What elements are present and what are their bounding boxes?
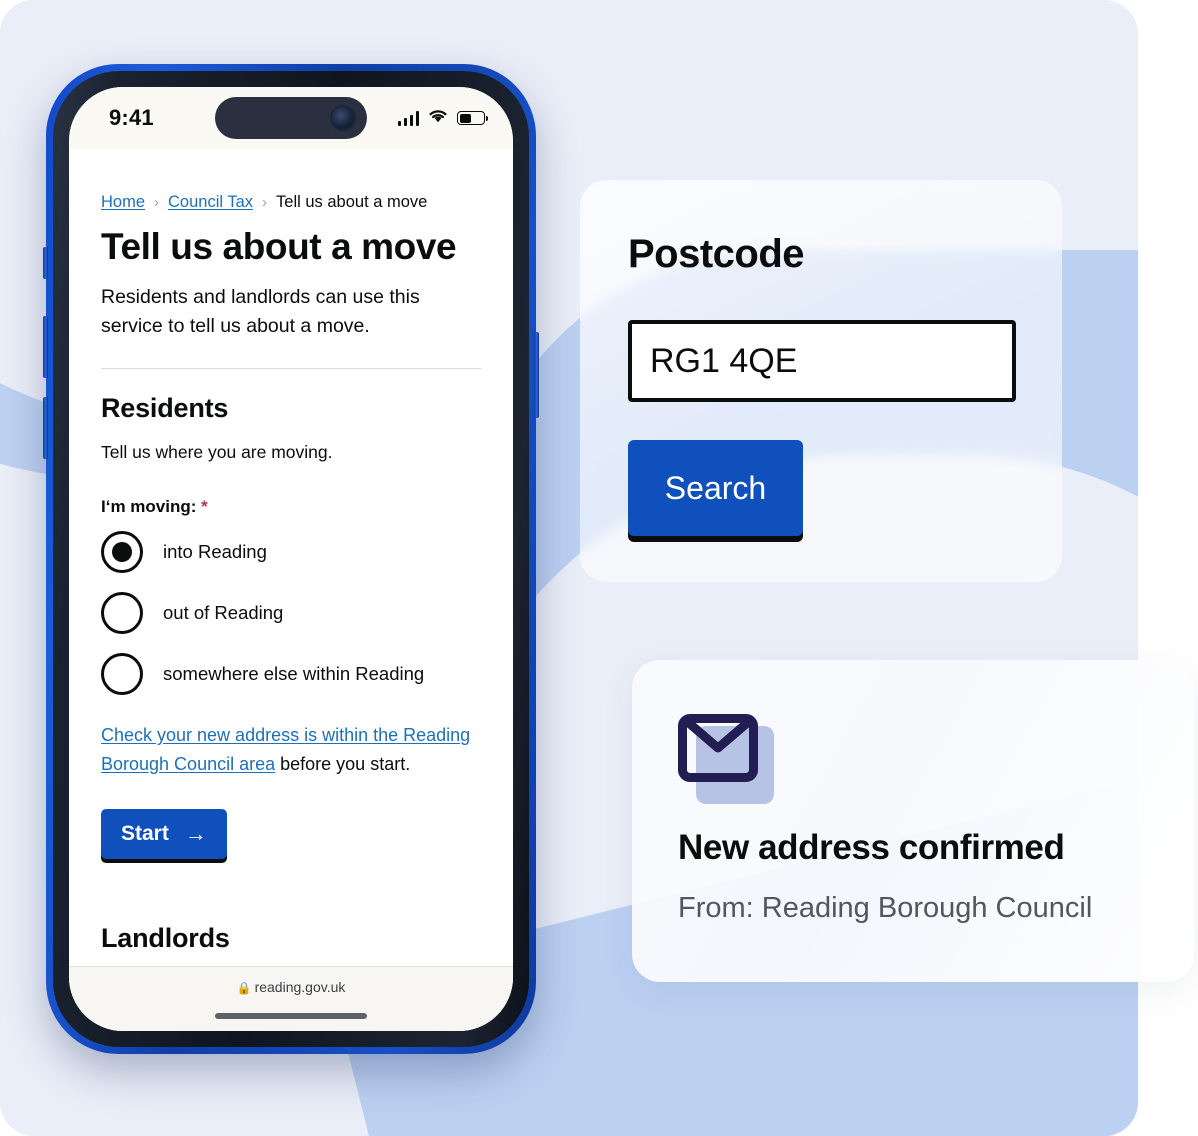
home-indicator[interactable] bbox=[215, 1013, 367, 1019]
phone-silence-switch[interactable] bbox=[43, 247, 48, 279]
radio-button-icon[interactable] bbox=[101, 530, 143, 573]
arrow-right-icon: → bbox=[184, 820, 207, 846]
radio-option-into-reading[interactable]: into Reading bbox=[101, 529, 481, 575]
notification-card: New address confirmed From: Reading Boro… bbox=[632, 660, 1194, 982]
address-check-note-tail: before you start. bbox=[275, 753, 411, 774]
notification-subtitle: From: Reading Borough Council bbox=[678, 892, 1093, 924]
radio-button-icon[interactable] bbox=[101, 591, 143, 634]
start-button-label: Start bbox=[121, 821, 169, 845]
phone-screen: 9:41 Home › Council Tax › Tell us about … bbox=[69, 87, 513, 1031]
required-marker: * bbox=[201, 496, 208, 516]
envelope-icon-flap bbox=[687, 721, 749, 755]
front-camera-icon bbox=[330, 105, 356, 131]
phone-mockup: 9:41 Home › Council Tax › Tell us about … bbox=[43, 64, 539, 1054]
dynamic-island bbox=[215, 97, 367, 139]
phone-bezel: 9:41 Home › Council Tax › Tell us about … bbox=[53, 71, 529, 1047]
page-title: Tell us about a move bbox=[101, 226, 457, 267]
phone-volume-down-button[interactable] bbox=[43, 397, 48, 459]
screenshot-stage: 9:41 Home › Council Tax › Tell us about … bbox=[0, 0, 1198, 1136]
radio-group-legend-text: I‘m moving: bbox=[101, 496, 197, 516]
notification-title: New address confirmed bbox=[678, 828, 1065, 867]
page-lede: Residents and landlords can use this ser… bbox=[101, 286, 420, 337]
wifi-icon bbox=[428, 108, 448, 128]
section-intro-residents: Tell us where you are moving. bbox=[101, 441, 333, 462]
section-heading-landlords: Landlords bbox=[101, 922, 230, 953]
status-bar-icons bbox=[397, 108, 488, 128]
radio-group-legend: I‘m moving: * bbox=[101, 497, 481, 517]
browser-bottom-bar: 🔒 reading.gov.uk bbox=[69, 966, 513, 1031]
address-check-note: Check your new address is within the Rea… bbox=[101, 721, 481, 779]
browser-url-display[interactable]: 🔒 reading.gov.uk bbox=[69, 979, 513, 995]
radio-option-label: out of Reading bbox=[163, 601, 284, 623]
breadcrumb-item-council-tax[interactable]: Council Tax bbox=[168, 193, 253, 212]
phone-power-button[interactable] bbox=[534, 332, 539, 418]
breadcrumb: Home › Council Tax › Tell us about a mov… bbox=[101, 193, 481, 212]
phone-volume-up-button[interactable] bbox=[43, 316, 48, 378]
breadcrumb-separator-icon: › bbox=[154, 194, 160, 211]
breadcrumb-item-current: Tell us about a move bbox=[276, 193, 428, 211]
postcode-search-card: Postcode Search bbox=[580, 180, 1062, 582]
section-divider bbox=[101, 367, 481, 369]
radio-option-label: somewhere else within Reading bbox=[163, 662, 425, 684]
browser-viewport: Home › Council Tax › Tell us about a mov… bbox=[69, 149, 513, 1031]
envelope-icon bbox=[678, 708, 774, 804]
battery-icon bbox=[457, 111, 488, 125]
breadcrumb-item-home[interactable]: Home bbox=[101, 193, 145, 212]
postcode-label: Postcode bbox=[628, 232, 805, 276]
radio-option-label: into Reading bbox=[163, 540, 267, 562]
breadcrumb-separator-icon: › bbox=[262, 194, 268, 211]
status-bar: 9:41 bbox=[69, 87, 513, 149]
phone-frame: 9:41 Home › Council Tax › Tell us about … bbox=[43, 64, 539, 1054]
section-heading-residents: Residents bbox=[101, 392, 229, 423]
search-button[interactable]: Search bbox=[628, 440, 803, 536]
cellular-bars-icon bbox=[397, 110, 419, 126]
start-button[interactable]: Start → bbox=[101, 808, 227, 859]
postcode-input[interactable] bbox=[628, 320, 1016, 402]
radio-option-out-of-reading[interactable]: out of Reading bbox=[101, 590, 481, 636]
lock-icon: 🔒 bbox=[236, 981, 252, 995]
status-bar-time: 9:41 bbox=[109, 105, 154, 130]
page-content: Home › Council Tax › Tell us about a mov… bbox=[69, 149, 513, 954]
radio-option-somewhere-else[interactable]: somewhere else within Reading bbox=[101, 651, 481, 697]
browser-url-text: reading.gov.uk bbox=[254, 979, 346, 995]
radio-button-icon[interactable] bbox=[101, 652, 143, 695]
